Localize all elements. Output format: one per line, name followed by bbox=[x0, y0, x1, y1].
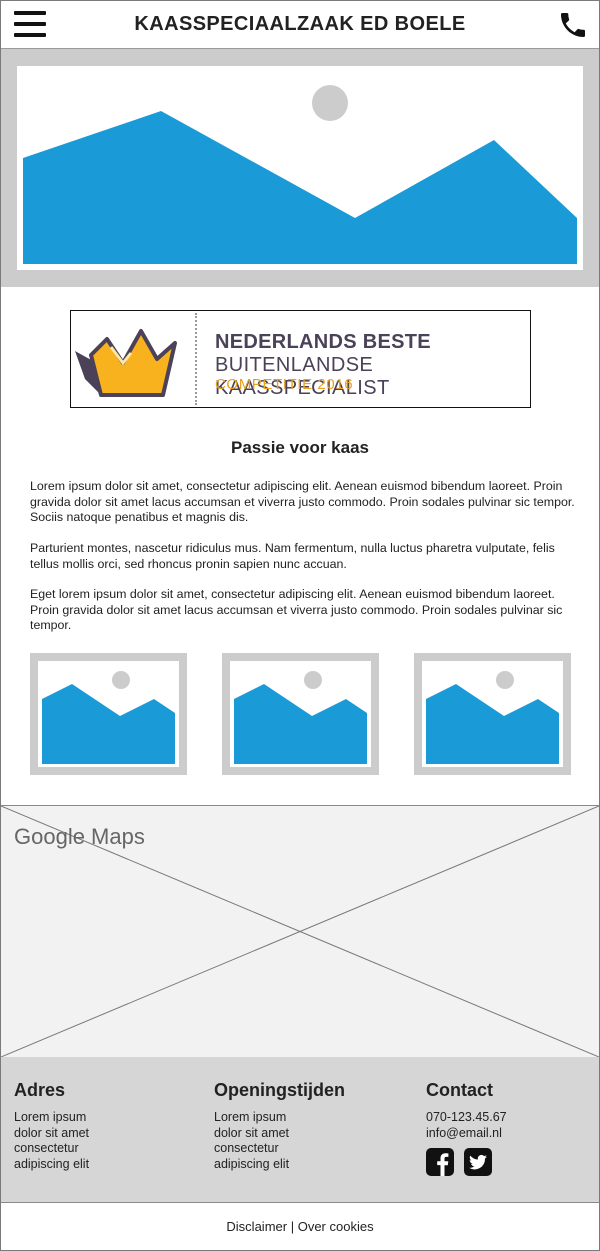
award-line-1: NEDERLANDS BESTE bbox=[215, 331, 431, 353]
contact-email[interactable]: info@email.nl bbox=[426, 1126, 507, 1142]
google-maps-placeholder[interactable]: Google Maps bbox=[1, 805, 599, 1058]
cookies-link[interactable]: Over cookies bbox=[298, 1219, 374, 1234]
address-line: consectetur bbox=[14, 1141, 79, 1155]
footer-address: Adres Lorem ipsum dolor sit amet consect… bbox=[14, 1080, 89, 1172]
hours-line: consectetur bbox=[214, 1141, 279, 1155]
footer-address-title: Adres bbox=[14, 1080, 66, 1100]
paragraph-1: Lorem ipsum dolor sit amet, consectetur … bbox=[30, 479, 575, 524]
section-heading: Passie voor kaas bbox=[231, 438, 369, 457]
thumbnail-image[interactable] bbox=[222, 653, 379, 775]
footer-hours-title: Openingstijden bbox=[214, 1080, 346, 1100]
hours-line: Lorem ipsum bbox=[214, 1110, 287, 1124]
paragraph-2: Parturient montes, nascetur ridiculus mu… bbox=[30, 541, 555, 571]
address-line: adipiscing elit bbox=[14, 1156, 90, 1171]
legal-separator: | bbox=[290, 1219, 295, 1234]
phone-icon[interactable] bbox=[557, 9, 589, 41]
footer-hours: Openingstijden Lorem ipsum dolor sit ame… bbox=[214, 1080, 345, 1172]
map-label: Google Maps bbox=[14, 824, 145, 849]
hours-line: dolor sit amet bbox=[214, 1125, 290, 1140]
thumbnail-image[interactable] bbox=[30, 653, 187, 775]
paragraph-3: Eget lorem ipsum dolor sit amet, consect… bbox=[30, 587, 563, 632]
address-line: dolor sit amet bbox=[14, 1125, 90, 1140]
facebook-icon[interactable] bbox=[426, 1148, 454, 1176]
hero-banner bbox=[1, 49, 599, 287]
contact-phone[interactable]: 070-123.45.67 bbox=[426, 1110, 507, 1126]
footer-contact: Contact 070-123.45.67 info@email.nl bbox=[426, 1080, 507, 1141]
disclaimer-link[interactable]: Disclaimer bbox=[226, 1219, 287, 1234]
footer-contact-title: Contact bbox=[426, 1080, 493, 1100]
award-line-3: COMPETITIE 2016 bbox=[215, 376, 354, 393]
crown-icon bbox=[75, 329, 177, 397]
footer: Adres Lorem ipsum dolor sit amet consect… bbox=[1, 1057, 599, 1203]
award-badge: NEDERLANDS BESTE BUITENLANDSE KAASSPECIA… bbox=[70, 310, 531, 408]
hours-line: adipiscing elit bbox=[214, 1156, 290, 1171]
legal-links: Disclaimer | Over cookies bbox=[0, 1219, 600, 1234]
header: KAASSPECIAALZAAK ED BOELE bbox=[1, 1, 599, 49]
address-line: Lorem ipsum bbox=[14, 1110, 87, 1124]
thumbnail-image[interactable] bbox=[414, 653, 571, 775]
hero-image-placeholder bbox=[17, 66, 583, 270]
site-title: KAASSPECIAALZAAK ED BOELE bbox=[134, 13, 466, 35]
twitter-icon[interactable] bbox=[464, 1148, 492, 1176]
